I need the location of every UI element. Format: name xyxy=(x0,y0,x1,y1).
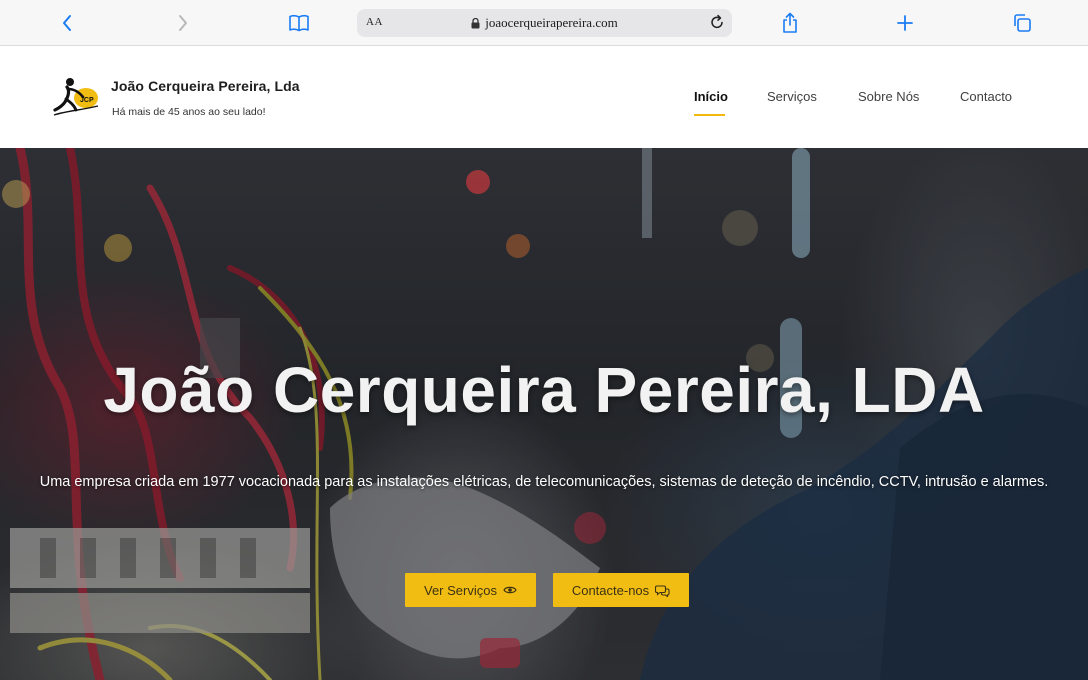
reload-button[interactable] xyxy=(709,14,725,35)
url-text: joaocerqueirapereira.com xyxy=(485,15,618,30)
nav-item-contacto[interactable]: Contacto xyxy=(960,89,1012,104)
company-tagline: Há mais de 45 anos ao seu lado! xyxy=(112,106,266,118)
chevron-right-icon xyxy=(179,15,187,31)
company-name: João Cerqueira Pereira, Lda xyxy=(111,78,300,94)
nav-item-sobre-nos[interactable]: Sobre Nós xyxy=(858,89,919,104)
new-tab-button[interactable] xyxy=(890,0,920,46)
nav-item-inicio[interactable]: Início xyxy=(694,89,728,104)
plus-icon xyxy=(897,15,913,31)
tabs-icon xyxy=(1014,14,1031,32)
company-logo-icon: JCP xyxy=(53,78,99,116)
eye-icon xyxy=(503,586,517,594)
nav-item-servicos[interactable]: Serviços xyxy=(767,89,817,104)
back-button[interactable] xyxy=(52,0,82,46)
svg-text:JCP: JCP xyxy=(80,97,94,104)
tabs-overview-button[interactable] xyxy=(1007,0,1037,46)
bookmarks-button[interactable] xyxy=(284,0,314,46)
contact-us-button[interactable]: Contacte-nos xyxy=(553,573,689,607)
active-nav-indicator xyxy=(694,114,725,116)
share-icon xyxy=(783,12,797,33)
reload-icon xyxy=(711,14,723,29)
address-bar[interactable]: AA joaocerqueirapereira.com xyxy=(357,9,732,37)
browser-toolbar: AA joaocerqueirapereira.com xyxy=(0,0,1088,46)
lock-icon xyxy=(471,17,480,28)
site-header: JCP João Cerqueira Pereira, Lda Há mais … xyxy=(0,46,1088,148)
hero-subtitle: Uma empresa criada em 1977 vocacionada p… xyxy=(39,474,1049,490)
chevron-left-icon xyxy=(63,15,71,31)
company-logo[interactable]: JCP xyxy=(52,75,102,119)
contact-us-label: Contacte-nos xyxy=(571,582,650,598)
hero-section: João Cerqueira Pereira, LDA Uma empresa … xyxy=(0,148,1088,680)
view-services-label: Ver Serviços xyxy=(424,582,497,598)
hero-title: João Cerqueira Pereira, LDA xyxy=(103,354,985,426)
view-services-button[interactable]: Ver Serviços xyxy=(405,573,536,607)
book-icon xyxy=(289,15,309,32)
share-button[interactable] xyxy=(775,0,805,46)
forward-button[interactable] xyxy=(168,0,198,46)
chat-icon xyxy=(655,584,670,597)
